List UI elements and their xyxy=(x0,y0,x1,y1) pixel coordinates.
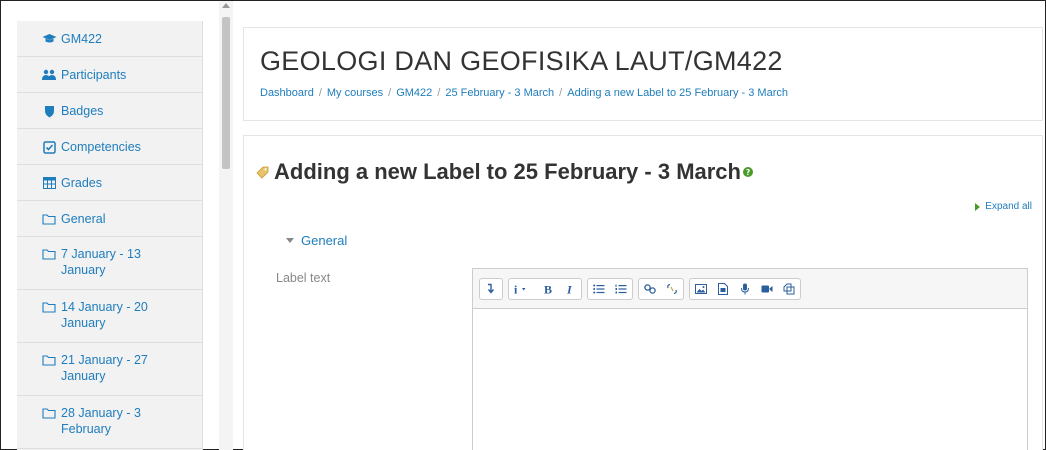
expand-all-label: Expand all xyxy=(985,201,1032,212)
sidebar-item-label: 7 January - 13 January xyxy=(61,247,141,277)
scrollbar-thumb[interactable] xyxy=(222,17,230,169)
sidebar-item-label: 14 January - 20 January xyxy=(61,300,148,330)
toolbar-group-style: i B I xyxy=(508,277,582,300)
svg-text:i: i xyxy=(514,283,518,295)
sidebar-item-label: GM422 xyxy=(61,32,102,46)
breadcrumb-separator: / xyxy=(318,87,322,99)
help-icon[interactable]: ? xyxy=(742,167,753,177)
sidebar-item-week-3[interactable]: 21 January - 27 January xyxy=(17,343,202,396)
folder-icon xyxy=(41,299,57,315)
table-icon xyxy=(41,175,57,191)
breadcrumb-current[interactable]: Adding a new Label to 25 February - 3 Ma… xyxy=(567,87,788,99)
sidebar-item-label: 21 January - 27 January xyxy=(61,353,148,383)
sidebar-item-participants[interactable]: Participants xyxy=(17,57,202,93)
toolbar-group-collapse xyxy=(479,277,503,300)
paragraph-style-icon[interactable]: i xyxy=(509,279,537,299)
label-tag-icon xyxy=(256,165,270,179)
section-general-toggle[interactable]: General xyxy=(286,233,347,248)
unordered-list-icon[interactable] xyxy=(588,279,610,299)
graduation-cap-icon xyxy=(41,31,57,47)
scroll-up-arrow-icon[interactable] xyxy=(222,3,230,8)
folder-icon xyxy=(41,246,57,262)
expand-all-link[interactable]: Expand all xyxy=(975,201,1032,212)
link-icon[interactable] xyxy=(639,279,661,299)
checkbox-icon xyxy=(41,139,57,155)
sidebar-item-badges[interactable]: Badges xyxy=(17,93,202,129)
form-heading: Adding a new Label to 25 February - 3 Ma… xyxy=(256,159,753,185)
svg-text:?: ? xyxy=(746,168,750,177)
record-video-icon[interactable] xyxy=(756,279,778,299)
page-header: GEOLOGI DAN GEOFISIKA LAUT/GM422 Dashboa… xyxy=(243,27,1043,121)
breadcrumb-dashboard[interactable]: Dashboard xyxy=(260,87,314,99)
toolbar-toggle-icon[interactable] xyxy=(480,279,502,299)
breadcrumb-section[interactable]: 25 February - 3 March xyxy=(445,87,554,99)
italic-icon[interactable]: I xyxy=(559,279,581,299)
insert-image-icon[interactable] xyxy=(690,279,712,299)
editor-toolbar: i B I xyxy=(473,269,1027,309)
toolbar-group-links xyxy=(638,277,684,300)
label-text-editable-area[interactable] xyxy=(473,309,1027,450)
sidebar-item-label: Competencies xyxy=(61,140,141,154)
form-heading-text: Adding a new Label to 25 February - 3 Ma… xyxy=(274,159,741,184)
sidebar-item-course[interactable]: GM422 xyxy=(17,21,202,57)
insert-media-icon[interactable] xyxy=(712,279,734,299)
sidebar-item-week-4[interactable]: 28 January - 3 February xyxy=(17,396,202,449)
folder-icon xyxy=(41,352,57,368)
collapse-triangle-icon xyxy=(286,238,294,243)
sidebar-item-general[interactable]: General xyxy=(17,201,202,237)
section-general-label: General xyxy=(301,233,348,248)
users-icon xyxy=(41,67,57,83)
course-nav-sidebar: GM422 Participants Badges Competencies G… xyxy=(17,21,203,450)
folder-icon xyxy=(41,405,57,421)
breadcrumb-separator: / xyxy=(559,87,563,99)
toolbar-group-lists xyxy=(587,277,633,300)
label-text-field-label: Label text xyxy=(276,271,331,285)
manage-files-icon[interactable] xyxy=(778,279,800,299)
page-title: GEOLOGI DAN GEOFISIKA LAUT/GM422 xyxy=(260,46,783,76)
toolbar-group-media xyxy=(689,277,801,300)
svg-text:B: B xyxy=(544,283,552,295)
sidebar-item-label: 28 January - 3 February xyxy=(61,406,141,436)
sidebar-scrollbar[interactable] xyxy=(219,1,233,450)
sidebar-item-grades[interactable]: Grades xyxy=(17,165,202,201)
breadcrumb-separator: / xyxy=(437,87,441,99)
main-content: Adding a new Label to 25 February - 3 Ma… xyxy=(243,135,1043,450)
sidebar-item-competencies[interactable]: Competencies xyxy=(17,129,202,165)
sidebar-item-label: General xyxy=(61,212,106,226)
sidebar-item-label: Badges xyxy=(61,104,104,118)
sidebar-item-week-2[interactable]: 14 January - 20 January xyxy=(17,290,202,343)
sidebar-item-label: Participants xyxy=(61,68,127,82)
sidebar-item-week-1[interactable]: 7 January - 13 January xyxy=(17,237,202,290)
breadcrumb: Dashboard / My courses / GM422 / 25 February -… xyxy=(260,87,1026,99)
label-text-editor: i B I xyxy=(472,268,1028,450)
breadcrumb-my-courses[interactable]: My courses xyxy=(327,87,383,99)
folder-icon xyxy=(41,211,57,227)
svg-text:I: I xyxy=(566,283,573,295)
expand-triangle-icon xyxy=(975,202,981,211)
breadcrumb-separator: / xyxy=(388,87,392,99)
bold-icon[interactable]: B xyxy=(537,279,559,299)
breadcrumb-course[interactable]: GM422 xyxy=(396,87,432,99)
record-audio-icon[interactable] xyxy=(734,279,756,299)
unlink-icon[interactable] xyxy=(661,279,683,299)
ordered-list-icon[interactable] xyxy=(610,279,632,299)
shield-icon xyxy=(41,103,57,119)
sidebar-item-label: Grades xyxy=(61,176,102,190)
